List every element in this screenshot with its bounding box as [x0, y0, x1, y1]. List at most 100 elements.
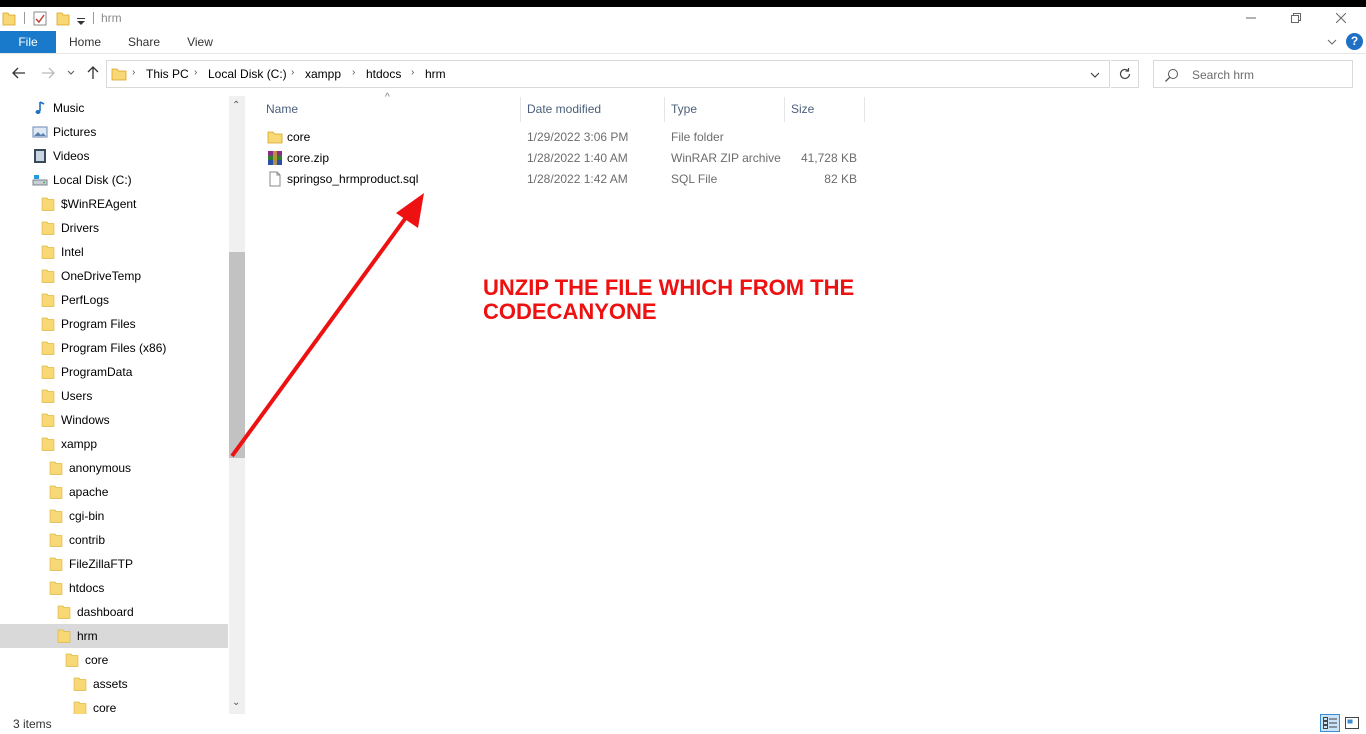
chevron-down-icon[interactable] [1087, 67, 1103, 83]
search-box[interactable] [1153, 60, 1353, 88]
folder-icon[interactable] [2, 10, 16, 27]
search-input[interactable] [1192, 66, 1342, 84]
folder-icon [40, 388, 56, 404]
sidebar-item[interactable]: PerfLogs [0, 288, 228, 312]
sidebar-item[interactable]: anonymous [0, 456, 228, 480]
breadcrumb-xampp[interactable]: xampp [305, 67, 341, 81]
sidebar-item-label: Music [53, 101, 85, 115]
sidebar-item-label: OneDriveTemp [61, 269, 142, 283]
new-folder-icon[interactable] [56, 10, 70, 27]
sidebar-item[interactable]: Program Files [0, 312, 228, 336]
folder-icon [48, 580, 64, 596]
sidebar-item[interactable]: contrib [0, 528, 228, 552]
restore-button[interactable] [1273, 7, 1319, 29]
folder-icon [40, 340, 56, 356]
scrollbar-thumb[interactable] [229, 252, 245, 458]
sidebar-item[interactable]: OneDriveTemp [0, 264, 228, 288]
sidebar-item[interactable]: xampp [0, 432, 228, 456]
chevron-right-icon[interactable]: › [411, 67, 414, 78]
breadcrumb-htdocs[interactable]: htdocs [366, 67, 401, 81]
chevron-right-icon[interactable]: › [352, 67, 355, 78]
separator [93, 12, 94, 24]
sidebar-item[interactable]: Intel [0, 240, 228, 264]
column-header-type[interactable]: Type [665, 97, 784, 122]
file-type: SQL File [671, 172, 718, 186]
sidebar-item[interactable]: apache [0, 480, 228, 504]
column-divider[interactable] [864, 97, 865, 122]
expand-ribbon-icon[interactable] [1325, 35, 1339, 49]
close-icon [1336, 13, 1346, 23]
column-header-date[interactable]: Date modified [521, 97, 664, 122]
column-label: Name [266, 102, 299, 116]
back-button[interactable] [8, 62, 30, 84]
sidebar-item[interactable]: Videos [0, 144, 228, 168]
sidebar-item[interactable]: dashboard [0, 600, 228, 624]
ribbon-tabs: File Home Share View ? [0, 31, 1366, 54]
column-label: Type [671, 102, 698, 116]
chevron-right-icon[interactable]: › [132, 67, 135, 78]
sidebar-item[interactable]: Local Disk (C:) [0, 168, 228, 192]
forward-button[interactable] [37, 62, 59, 84]
tab-home[interactable]: Home [57, 31, 113, 53]
large-icons-view-button[interactable] [1342, 714, 1362, 732]
folder-icon [64, 652, 80, 668]
chevron-down-icon [67, 70, 75, 75]
sidebar-item[interactable]: htdocs [0, 576, 228, 600]
sidebar-item[interactable]: assets [0, 672, 228, 696]
tab-share[interactable]: Share [116, 31, 172, 53]
videos-icon [32, 148, 48, 164]
sidebar-item[interactable]: cgi-bin [0, 504, 228, 528]
window-title: hrm [101, 11, 122, 25]
tab-file[interactable]: File [0, 31, 56, 53]
recent-locations-button[interactable] [62, 62, 80, 84]
breadcrumb-this-pc[interactable]: This PC [146, 67, 189, 81]
sidebar-item[interactable]: Program Files (x86) [0, 336, 228, 360]
navigation-scrollbar[interactable]: ⌃ ⌄ [229, 96, 245, 714]
refresh-button[interactable] [1111, 60, 1139, 88]
details-view-icon [1323, 717, 1337, 729]
file-size: 41,728 KB [800, 151, 857, 165]
file-type: File folder [671, 130, 724, 144]
sidebar-item[interactable]: Windows [0, 408, 228, 432]
folder-icon [40, 364, 56, 380]
annotation-line-1: UNZIP THE FILE WHICH FROM THE [483, 275, 855, 300]
annotation-line-2: CODECANYONE [483, 299, 657, 324]
sidebar-item[interactable]: $WinREAgent [0, 192, 228, 216]
sidebar-item[interactable]: hrm [0, 624, 228, 648]
folder-icon [72, 676, 88, 692]
file-row[interactable]: springso_hrmproduct.sql 1/28/2022 1:42 A… [260, 169, 865, 190]
tab-view[interactable]: View [172, 31, 228, 53]
file-date: 1/29/2022 3:06 PM [527, 130, 629, 144]
help-icon[interactable]: ? [1346, 33, 1363, 50]
up-button[interactable] [82, 62, 104, 84]
sidebar-item-label: PerfLogs [61, 293, 110, 307]
sidebar-item[interactable]: core [0, 696, 228, 714]
scroll-up-icon[interactable]: ⌃ [232, 100, 240, 111]
folder-icon [48, 508, 64, 524]
sidebar-item[interactable]: Users [0, 384, 228, 408]
chevron-right-icon[interactable]: › [194, 67, 197, 78]
address-bar[interactable]: › This PC › Local Disk (C:) › xampp › ht… [106, 60, 1110, 88]
properties-icon[interactable] [33, 10, 47, 27]
file-row[interactable]: core 1/29/2022 3:06 PM File folder [260, 127, 865, 148]
folder-icon [56, 604, 72, 620]
file-row[interactable]: core.zip 1/28/2022 1:40 AM WinRAR ZIP ar… [260, 148, 865, 169]
column-header-size[interactable]: Size [785, 97, 864, 122]
scroll-down-icon[interactable]: ⌄ [232, 697, 240, 708]
file-date: 1/28/2022 1:42 AM [527, 172, 628, 186]
sidebar-item[interactable]: ProgramData [0, 360, 228, 384]
column-header-name[interactable]: Name [260, 97, 520, 122]
breadcrumb-hrm[interactable]: hrm [425, 67, 446, 81]
sidebar-item[interactable]: core [0, 648, 228, 672]
sidebar-item[interactable]: Music [0, 96, 228, 120]
breadcrumb-local-disk[interactable]: Local Disk (C:) [208, 67, 287, 81]
details-view-button[interactable] [1320, 714, 1340, 732]
sidebar-item[interactable]: Drivers [0, 216, 228, 240]
close-button[interactable] [1318, 7, 1364, 29]
sidebar-item-label: $WinREAgent [61, 197, 137, 211]
chevron-right-icon[interactable]: › [291, 67, 294, 78]
minimize-button[interactable] [1228, 7, 1274, 29]
sidebar-item[interactable]: FileZillaFTP [0, 552, 228, 576]
customize-quick-access-icon[interactable] [76, 10, 86, 27]
sidebar-item[interactable]: Pictures [0, 120, 228, 144]
